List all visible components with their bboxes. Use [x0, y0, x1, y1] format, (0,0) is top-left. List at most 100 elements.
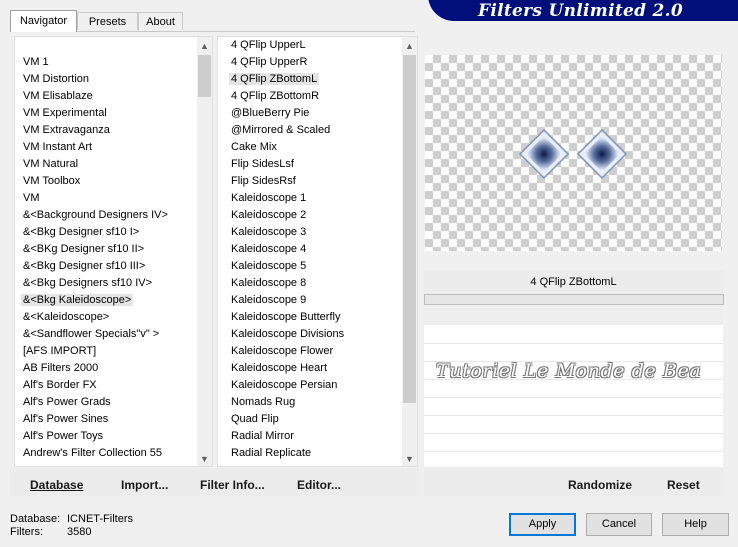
list-item[interactable]: Kaleidoscope 1 [229, 190, 346, 207]
list-item[interactable]: VM Extravaganza [21, 122, 170, 139]
progress-bar [424, 294, 724, 305]
list-item[interactable]: VM Experimental [21, 105, 170, 122]
list-item[interactable]: 4 QFlip ZBottomL [229, 71, 346, 88]
list-item[interactable]: Radial Mirror [229, 428, 346, 445]
filter-list[interactable]: 4 QFlip UpperL 4 QFlip UpperR 4 QFlip ZBot… [229, 37, 346, 462]
filter-info-button[interactable]: Filter Info... [200, 478, 265, 492]
list-item[interactable]: Kaleidoscope Butterfly [229, 309, 346, 326]
list-item-label: [AFS IMPORT] [23, 345, 97, 357]
list-item[interactable]: &<Bkg Kaleidoscope> [21, 292, 170, 309]
list-item[interactable]: [AFS IMPORT] [21, 343, 170, 360]
reset-button[interactable]: Reset [667, 478, 700, 492]
category-list[interactable]: VM 1 VM Distortion VM Elisablaze VM Experim… [21, 54, 170, 462]
list-item[interactable]: 4 QFlip UpperR [229, 54, 346, 71]
list-item-label: Kaleidoscope 3 [231, 226, 307, 238]
diamond-shape-left [518, 128, 570, 180]
list-item-label: Quad Flip [231, 413, 279, 425]
list-item-label: AB Filters 2000 [23, 362, 99, 374]
list-item-label: Kaleidoscope 8 [231, 277, 307, 289]
filters-label: Filters: [10, 526, 43, 538]
randomize-button[interactable]: Randomize [568, 478, 632, 492]
list-item[interactable]: Kaleidoscope Flower [229, 343, 346, 360]
list-item[interactable]: &<Sandflower Specials"v" > [21, 326, 170, 343]
list-item[interactable]: Kaleidoscope 5 [229, 258, 346, 275]
list-item[interactable]: VM Instant Art [21, 139, 170, 156]
list-item-label: 4 QFlip UpperL [231, 39, 306, 51]
scroll-down-icon[interactable]: ▼ [197, 451, 212, 466]
list-item-label: VM 1 [23, 56, 49, 68]
list-item-label: VM Toolbox [23, 175, 81, 187]
param-divider [424, 397, 723, 398]
list-item[interactable]: Kaleidoscope 3 [229, 224, 346, 241]
cancel-button[interactable]: Cancel [586, 513, 652, 536]
parameter-area [424, 305, 723, 467]
list-item-label: 4 QFlip ZBottomL [229, 73, 320, 85]
list-item[interactable]: &<Background Designers IV> [21, 207, 170, 224]
list-item[interactable]: Andrew's Filter Collection 55 [21, 445, 170, 462]
app-title-banner: Filters Unlimited 2.0 [428, 0, 738, 21]
scroll-up-icon[interactable]: ▲ [402, 38, 417, 54]
list-item[interactable]: &<Kaleidoscope> [21, 309, 170, 326]
category-scrollbar[interactable]: ▲ ▼ [197, 37, 212, 466]
list-item[interactable]: Radial Replicate [229, 445, 346, 462]
list-item-label: &<Bkg Designer sf10 III> [23, 260, 146, 272]
list-item-label: Andrew's Filter Collection 55 [23, 447, 163, 459]
list-item-label: Kaleidoscope Butterfly [231, 311, 341, 323]
list-item[interactable]: Kaleidoscope Persian [229, 377, 346, 394]
category-scroll-thumb[interactable] [198, 55, 211, 97]
status-database: Database: ICNET-Filters [10, 513, 133, 525]
list-item-label: VM Elisablaze [23, 90, 93, 102]
list-item[interactable]: Cake Mix [229, 139, 346, 156]
list-item[interactable]: VM Elisablaze [21, 88, 170, 105]
list-item[interactable]: VM Toolbox [21, 173, 170, 190]
list-item-label: &<Bkg Designers sf10 IV> [23, 277, 153, 289]
list-item[interactable]: Alf's Border FX [21, 377, 170, 394]
help-button[interactable]: Help [662, 513, 729, 536]
list-item-label: 4 QFlip UpperR [231, 56, 308, 68]
list-item[interactable]: @Mirrored & Scaled [229, 122, 346, 139]
list-item-label: VM Instant Art [23, 141, 93, 153]
list-item[interactable]: Flip SidesLsf [229, 156, 346, 173]
list-item[interactable]: Kaleidoscope Heart [229, 360, 346, 377]
list-item-label: @Mirrored & Scaled [231, 124, 331, 136]
list-item[interactable]: Kaleidoscope 9 [229, 292, 346, 309]
list-item-label: &<Bkg Designer sf10 I> [23, 226, 140, 238]
list-item[interactable]: Kaleidoscope 4 [229, 241, 346, 258]
list-item[interactable]: Flip SidesRsf [229, 173, 346, 190]
list-item[interactable]: VM Natural [21, 156, 170, 173]
status-filters: Filters: 3580 [10, 526, 91, 538]
tab-presets[interactable]: Presets [77, 12, 138, 30]
database-label: Database: [10, 513, 61, 525]
import-button[interactable]: Import... [121, 478, 168, 492]
database-button[interactable]: Database [30, 478, 83, 492]
list-item[interactable]: Alf's Power Grads [21, 394, 170, 411]
filters-value: 3580 [67, 526, 92, 538]
list-item[interactable]: Alf's Power Toys [21, 428, 170, 445]
list-item[interactable]: Kaleidoscope 8 [229, 275, 346, 292]
filter-scroll-thumb[interactable] [403, 55, 416, 403]
list-item-label: Alf's Border FX [23, 379, 97, 391]
filter-scrollbar[interactable]: ▲ ▼ [402, 37, 417, 466]
list-item[interactable]: @BlueBerry Pie [229, 105, 346, 122]
list-item[interactable]: &<Bkg Designer sf10 III> [21, 258, 170, 275]
apply-button[interactable]: Apply [509, 513, 576, 536]
scroll-down-icon[interactable]: ▼ [402, 451, 417, 466]
list-item[interactable]: VM Distortion [21, 71, 170, 88]
list-item[interactable]: AB Filters 2000 [21, 360, 170, 377]
list-item[interactable]: 4 QFlip UpperL [229, 37, 346, 54]
list-item[interactable]: 4 QFlip ZBottomR [229, 88, 346, 105]
list-item[interactable]: &<Bkg Designers sf10 IV> [21, 275, 170, 292]
editor-button[interactable]: Editor... [297, 478, 341, 492]
list-item[interactable]: Alf's Power Sines [21, 411, 170, 428]
list-item[interactable]: Quad Flip [229, 411, 346, 428]
scroll-up-icon[interactable]: ▲ [197, 38, 212, 54]
list-item[interactable]: VM 1 [21, 54, 170, 71]
tab-navigator[interactable]: Navigator [10, 10, 77, 32]
list-item[interactable]: &<BKg Designer sf10 II> [21, 241, 170, 258]
tab-about[interactable]: About [138, 12, 183, 30]
list-item[interactable]: Kaleidoscope Divisions [229, 326, 346, 343]
list-item[interactable]: VM [21, 190, 170, 207]
list-item[interactable]: &<Bkg Designer sf10 I> [21, 224, 170, 241]
list-item[interactable]: Kaleidoscope 2 [229, 207, 346, 224]
list-item[interactable]: Nomads Rug [229, 394, 346, 411]
